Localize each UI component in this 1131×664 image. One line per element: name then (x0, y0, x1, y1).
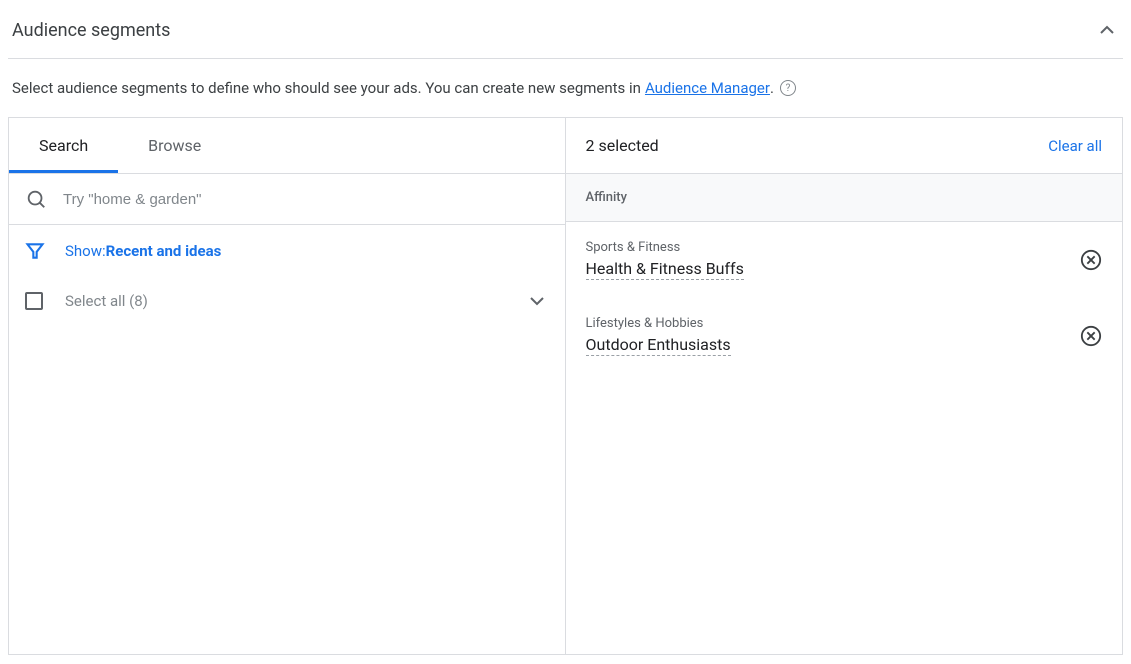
segments-panel: Search Browse Show: Recent and ideas S (8, 117, 1123, 655)
filter-icon (25, 241, 45, 261)
selected-item: Sports & Fitness Health & Fitness Buffs (566, 222, 1123, 298)
search-icon (25, 188, 47, 210)
tabs: Search Browse (9, 118, 565, 174)
remove-item-button[interactable] (1080, 249, 1102, 271)
selected-header: 2 selected Clear all (566, 118, 1123, 174)
filter-row[interactable]: Show: Recent and ideas (9, 225, 565, 277)
remove-item-button[interactable] (1080, 325, 1102, 347)
filter-label: Show: (65, 242, 106, 260)
tab-browse[interactable]: Browse (118, 118, 231, 173)
collapse-button[interactable] (1095, 18, 1119, 42)
description-text: Select audience segments to define who s… (8, 59, 1123, 117)
search-row (9, 174, 565, 225)
selected-count: 2 selected (586, 136, 659, 155)
item-text: Sports & Fitness Health & Fitness Buffs (586, 240, 1081, 280)
close-circle-icon (1080, 325, 1102, 347)
audience-manager-link[interactable]: Audience Manager (645, 79, 770, 97)
item-category: Lifestyles & Hobbies (586, 316, 1081, 331)
search-input[interactable] (63, 191, 549, 208)
select-all-label: Select all (8) (65, 292, 525, 310)
chevron-down-icon[interactable] (525, 289, 549, 313)
left-panel: Search Browse Show: Recent and ideas S (9, 118, 566, 654)
section-title: Audience segments (12, 20, 170, 41)
right-panel: 2 selected Clear all Affinity Sports & F… (566, 118, 1123, 654)
item-name[interactable]: Outdoor Enthusiasts (586, 335, 731, 356)
select-all-checkbox[interactable] (25, 292, 43, 310)
category-header: Affinity (566, 174, 1123, 222)
selected-item: Lifestyles & Hobbies Outdoor Enthusiasts (566, 298, 1123, 374)
section-header: Audience segments (8, 8, 1123, 59)
tab-search[interactable]: Search (9, 118, 118, 173)
clear-all-button[interactable]: Clear all (1048, 137, 1102, 155)
item-category: Sports & Fitness (586, 240, 1081, 255)
help-icon[interactable]: ? (780, 80, 796, 96)
chevron-up-icon (1095, 18, 1119, 42)
filter-value: Recent and ideas (106, 242, 222, 260)
select-all-row[interactable]: Select all (8) (9, 277, 565, 325)
item-text: Lifestyles & Hobbies Outdoor Enthusiasts (586, 316, 1081, 356)
item-name[interactable]: Health & Fitness Buffs (586, 259, 744, 280)
close-circle-icon (1080, 249, 1102, 271)
